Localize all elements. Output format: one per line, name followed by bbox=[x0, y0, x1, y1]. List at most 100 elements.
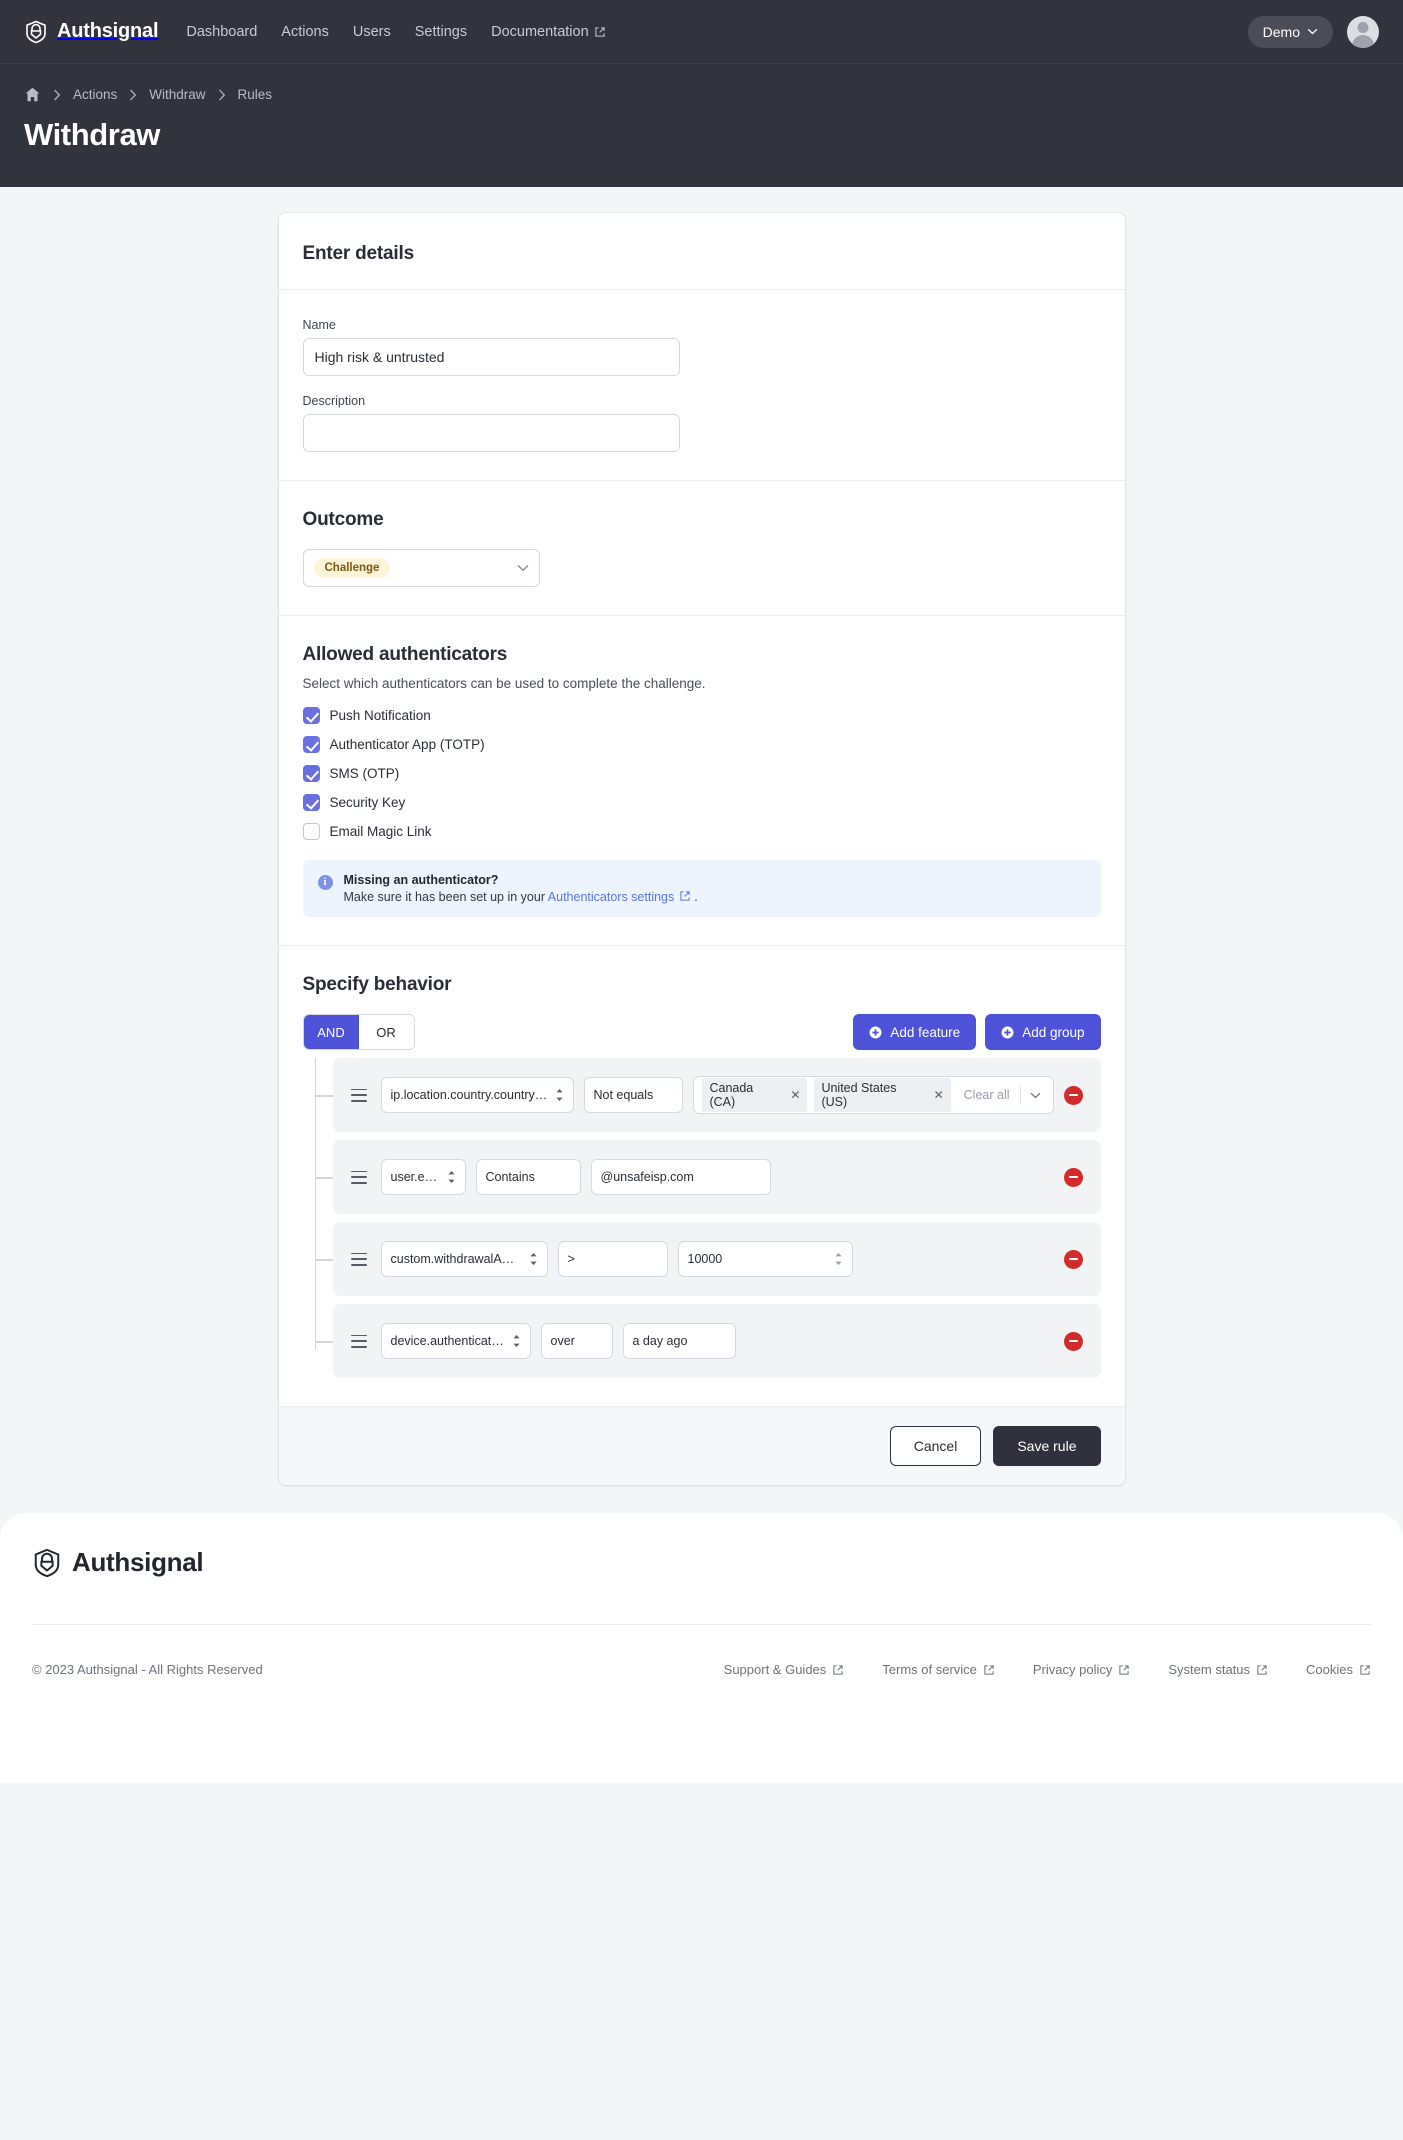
breadcrumb-item-actions[interactable]: Actions bbox=[73, 87, 117, 102]
up-down-arrows-icon bbox=[512, 1335, 520, 1347]
remove-tag-icon[interactable]: ✕ bbox=[934, 1089, 944, 1101]
checkbox[interactable] bbox=[302, 765, 320, 782]
operator-or-button[interactable]: OR bbox=[358, 1015, 414, 1049]
rule-multiselect[interactable]: Canada (CA) ✕ United States (US) ✕ Clear a… bbox=[693, 1076, 1054, 1114]
nav-item-documentation[interactable]: Documentation bbox=[491, 24, 606, 40]
page-header: Actions Withdraw Rules Withdraw bbox=[0, 64, 1403, 187]
rule-row: ip.location.country.countryCode Not equa… bbox=[314, 1058, 1101, 1132]
description-input[interactable] bbox=[302, 414, 680, 452]
footer-link-label: Privacy policy bbox=[1032, 1662, 1113, 1677]
checkbox[interactable] bbox=[302, 823, 320, 840]
rule-value: 10000 bbox=[687, 1252, 723, 1266]
cancel-button[interactable]: Cancel bbox=[889, 1426, 982, 1466]
name-input[interactable] bbox=[302, 338, 680, 376]
top-right-controls: Demo bbox=[1247, 15, 1379, 48]
breadcrumb-item-withdraw[interactable]: Withdraw bbox=[149, 87, 205, 102]
drag-handle-icon[interactable] bbox=[350, 1088, 367, 1102]
chevron-down-icon bbox=[1307, 28, 1318, 35]
footer-link-label: Support & Guides bbox=[723, 1662, 827, 1677]
add-group-button[interactable]: Add group bbox=[985, 1014, 1101, 1050]
footer-link-privacy-policy[interactable]: Privacy policy bbox=[1033, 1662, 1130, 1677]
checkbox[interactable] bbox=[302, 794, 320, 811]
nav-item-actions[interactable]: Actions bbox=[281, 24, 329, 40]
tag-label: Canada (CA) bbox=[709, 1081, 754, 1109]
rule-value-text-input[interactable]: @unsafeisp.com bbox=[590, 1159, 771, 1195]
remove-rule-button[interactable] bbox=[1063, 1249, 1083, 1269]
authenticator-label: Authenticator App (TOTP) bbox=[329, 737, 485, 752]
authenticator-option-sms-otp[interactable]: SMS (OTP) bbox=[302, 765, 1101, 782]
breadcrumb-item-rules[interactable]: Rules bbox=[238, 87, 273, 102]
clear-all-button[interactable]: Clear all bbox=[958, 1088, 1020, 1102]
rule-value-select[interactable]: a day ago bbox=[622, 1323, 736, 1359]
authenticators-settings-link[interactable]: Authenticators settings bbox=[548, 890, 674, 904]
outcome-select[interactable]: Challenge bbox=[302, 549, 540, 587]
add-feature-button[interactable]: Add feature bbox=[853, 1014, 977, 1050]
and-or-toggle[interactable]: AND OR bbox=[302, 1014, 415, 1050]
tenant-switcher-button[interactable]: Demo bbox=[1247, 15, 1333, 48]
rule-value-number-input[interactable]: 10000 bbox=[677, 1241, 853, 1277]
chevron-down-icon[interactable] bbox=[1030, 1092, 1041, 1099]
rule-field-select[interactable]: user.email bbox=[380, 1159, 466, 1195]
external-link-icon bbox=[1257, 1664, 1267, 1675]
rule-field-select[interactable]: ip.location.country.countryCode bbox=[380, 1077, 574, 1113]
authenticator-option-security-key[interactable]: Security Key bbox=[302, 794, 1101, 811]
chevron-down-icon bbox=[672, 1094, 674, 1096]
nav-item-dashboard[interactable]: Dashboard bbox=[186, 24, 257, 40]
rule-field-select[interactable]: device.authenticatedAt bbox=[380, 1323, 531, 1359]
operator-and-button[interactable]: AND bbox=[303, 1015, 359, 1049]
authenticator-option-email-magic-link[interactable]: Email Magic Link bbox=[302, 823, 1101, 840]
number-stepper-icon[interactable] bbox=[834, 1252, 843, 1266]
rule-tag: Canada (CA) ✕ bbox=[702, 1078, 808, 1112]
save-rule-button[interactable]: Save rule bbox=[993, 1426, 1101, 1466]
breadcrumb-home[interactable] bbox=[24, 86, 41, 103]
footer-link-terms-of-service[interactable]: Terms of service bbox=[882, 1662, 995, 1677]
footer-link-support-guides[interactable]: Support & Guides bbox=[724, 1662, 845, 1677]
add-feature-label: Add feature bbox=[890, 1024, 961, 1040]
remove-tag-icon[interactable]: ✕ bbox=[790, 1089, 800, 1101]
rule-row: custom.withdrawalAmount > 10000 bbox=[314, 1222, 1101, 1296]
rule-operator-select[interactable]: Contains bbox=[475, 1159, 581, 1195]
remove-rule-button[interactable] bbox=[1063, 1331, 1083, 1351]
footer-link-system-status[interactable]: System status bbox=[1168, 1662, 1268, 1677]
up-down-arrows-icon bbox=[555, 1089, 563, 1101]
authenticator-label: Security Key bbox=[329, 795, 406, 810]
authenticator-option-authenticator-app[interactable]: Authenticator App (TOTP) bbox=[302, 736, 1101, 753]
remove-rule-button[interactable] bbox=[1063, 1085, 1083, 1105]
authenticators-heading: Allowed authenticators bbox=[302, 644, 508, 665]
rule-field-value: custom.withdrawalAmount bbox=[390, 1252, 522, 1266]
chevron-down-icon bbox=[724, 1340, 726, 1342]
rule-field-select[interactable]: custom.withdrawalAmount bbox=[380, 1241, 548, 1277]
divider bbox=[1019, 1085, 1021, 1105]
authenticators-subtext: Select which authenticators can be used … bbox=[302, 676, 706, 691]
rule-operator-select[interactable]: over bbox=[540, 1323, 613, 1359]
drag-handle-icon[interactable] bbox=[350, 1252, 367, 1266]
rule-tag: United States (US) ✕ bbox=[814, 1078, 951, 1112]
authenticator-option-push-notification[interactable]: Push Notification bbox=[302, 707, 1101, 724]
authenticator-label: Email Magic Link bbox=[329, 824, 432, 839]
home-icon bbox=[25, 87, 40, 102]
drag-handle-icon[interactable] bbox=[350, 1334, 367, 1348]
brand-logo-link[interactable]: Authsignal bbox=[24, 20, 159, 44]
footer-links: Support & Guides Terms of service Privac… bbox=[724, 1662, 1371, 1677]
rule-tree: ip.location.country.countryCode Not equa… bbox=[303, 1058, 1101, 1378]
authenticator-label: SMS (OTP) bbox=[329, 766, 400, 781]
footer-link-cookies[interactable]: Cookies bbox=[1306, 1662, 1371, 1677]
rule-value: @unsafeisp.com bbox=[600, 1170, 694, 1184]
rule-operator-select[interactable]: Not equals bbox=[583, 1077, 684, 1113]
main-content: Enter details Name Description Outcome C… bbox=[0, 213, 1403, 1485]
checkbox[interactable] bbox=[302, 736, 320, 753]
chevron-right-icon bbox=[218, 89, 225, 100]
info-suffix: . bbox=[694, 890, 698, 904]
user-avatar[interactable] bbox=[1347, 15, 1379, 48]
checkbox[interactable] bbox=[302, 707, 320, 724]
rule-editor-card: Enter details Name Description Outcome C… bbox=[278, 213, 1125, 1485]
page-title: Withdraw bbox=[24, 117, 161, 152]
rule-operator-select[interactable]: > bbox=[557, 1241, 668, 1277]
drag-handle-icon[interactable] bbox=[350, 1170, 367, 1184]
external-link-icon bbox=[1119, 1664, 1130, 1675]
external-link-icon bbox=[833, 1664, 843, 1675]
specify-behavior-section: Specify behavior AND OR Add feature Add … bbox=[278, 946, 1125, 1407]
nav-item-settings[interactable]: Settings bbox=[415, 24, 467, 40]
remove-rule-button[interactable] bbox=[1063, 1167, 1083, 1187]
nav-item-users[interactable]: Users bbox=[353, 24, 391, 40]
